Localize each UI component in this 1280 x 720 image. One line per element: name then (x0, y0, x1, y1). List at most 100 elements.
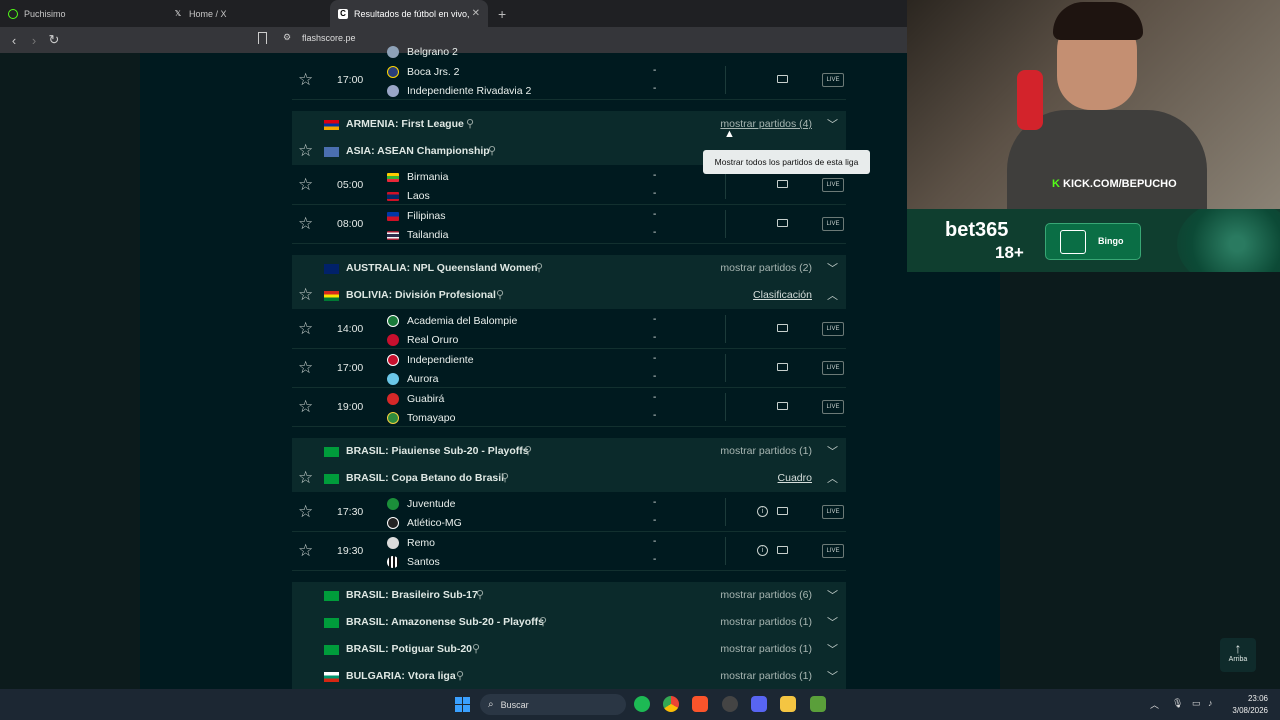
live-button[interactable]: LIVE (822, 400, 844, 414)
live-button[interactable]: LIVE (822, 73, 844, 87)
discord-icon[interactable] (751, 696, 767, 712)
show-matches-link[interactable]: mostrar partidos (1) (720, 670, 812, 682)
tv-icon[interactable] (777, 219, 788, 227)
pin-icon[interactable]: ⚲ (496, 288, 504, 301)
windows-start-icon[interactable] (455, 697, 470, 712)
chevron-down-icon[interactable]: ﹀ (827, 587, 838, 603)
chevron-down-icon[interactable]: ﹀ (827, 116, 838, 132)
favorite-star-icon[interactable]: ☆ (298, 468, 313, 488)
live-button[interactable]: LIVE (822, 178, 844, 192)
league-header[interactable]: AUSTRALIA: NPL Queensland Women ⚲ mostra… (292, 255, 846, 282)
tv-icon[interactable] (777, 402, 788, 410)
match-row[interactable]: ☆ 17:00 Boca Jrs. 2 Independiente Rivada… (292, 61, 846, 100)
back-icon[interactable]: ‹ (4, 30, 24, 50)
favorite-star-icon[interactable]: ☆ (298, 541, 313, 561)
league-header[interactable]: BRASIL: Potiguar Sub-20 ⚲ mostrar partid… (292, 636, 846, 663)
chevron-down-icon[interactable]: ﹀ (827, 443, 838, 459)
team-name[interactable]: Belgrano 2 (387, 45, 458, 59)
tv-icon[interactable] (777, 507, 788, 515)
chevron-up-icon[interactable]: ︿ (1150, 698, 1159, 711)
minecraft-icon[interactable] (810, 696, 826, 712)
show-matches-link[interactable]: mostrar partidos (1) (720, 643, 812, 655)
tab-x[interactable]: 𝕏 Home / X (165, 0, 330, 27)
microphone-icon[interactable]: 🎙 (1172, 698, 1183, 709)
favorite-star-icon[interactable]: ☆ (298, 358, 313, 378)
pin-icon[interactable]: ⚲ (539, 615, 547, 628)
pin-icon[interactable]: ⚲ (476, 588, 484, 601)
close-tab-icon[interactable]: ✕ (472, 8, 480, 19)
favorite-star-icon[interactable]: ☆ (298, 502, 313, 522)
tv-icon[interactable] (777, 363, 788, 371)
favorite-star-icon[interactable]: ☆ (298, 319, 313, 339)
show-matches-link[interactable]: mostrar partidos (6) (720, 589, 812, 601)
volume-icon[interactable]: ♪ (1208, 698, 1213, 708)
match-row[interactable]: ☆ 17:30 Juventude Atlético-MG - - i LIVE (292, 493, 846, 532)
chrome-icon[interactable] (663, 696, 679, 712)
match-row[interactable]: ☆ 08:00 Filipinas Tailandia - - LIVE (292, 205, 846, 244)
url-field[interactable]: flashscore.pe (302, 33, 356, 43)
favorite-star-icon[interactable]: ☆ (298, 214, 313, 234)
away-team: Atlético-MG (387, 516, 462, 530)
chevron-down-icon[interactable]: ﹀ (827, 668, 838, 684)
show-matches-link[interactable]: mostrar partidos (1) (720, 616, 812, 628)
brave-icon[interactable] (692, 696, 708, 712)
tab-puchisimo[interactable]: Puchisimo (0, 0, 165, 27)
obs-icon[interactable] (722, 696, 738, 712)
favorite-star-icon[interactable]: ☆ (298, 397, 313, 417)
live-button[interactable]: LIVE (822, 361, 844, 375)
tv-icon[interactable] (777, 180, 788, 188)
network-icon[interactable]: ▭ (1192, 698, 1201, 709)
live-button[interactable]: LIVE (822, 505, 844, 519)
site-info-icon[interactable]: ⚙ (283, 32, 291, 43)
reload-icon[interactable]: ↻ (44, 30, 64, 50)
favorite-star-icon[interactable]: ☆ (298, 285, 313, 305)
pin-icon[interactable]: ⚲ (535, 261, 543, 274)
chevron-down-icon[interactable]: ﹀ (827, 641, 838, 657)
pin-icon[interactable]: ⚲ (466, 117, 474, 130)
taskbar-search[interactable]: ⌕ Buscar (480, 694, 626, 715)
league-header[interactable]: ARMENIA: First League ⚲ mostrar partidos… (292, 111, 846, 138)
tv-icon[interactable] (777, 324, 788, 332)
spotify-icon[interactable] (634, 696, 650, 712)
system-clock[interactable]: 23:06 3/08/2026 (1228, 693, 1268, 717)
match-row[interactable]: ☆ 14:00 Academia del Balompie Real Oruro… (292, 310, 846, 349)
pin-icon[interactable]: ⚲ (472, 642, 480, 655)
new-tab-button[interactable]: + (498, 0, 506, 27)
show-matches-link[interactable]: mostrar partidos (1) (720, 445, 812, 457)
scroll-to-top-button[interactable]: ↑ Arriba (1220, 638, 1256, 672)
tab-flashscore[interactable]: C Resultados de fútbol en vivo, Ma ✕ (330, 0, 488, 27)
pin-icon[interactable]: ⚲ (524, 444, 532, 457)
file-explorer-icon[interactable] (780, 696, 796, 712)
match-row[interactable]: ☆ 19:00 Guabirá Tomayapo - - LIVE (292, 388, 846, 427)
league-header[interactable]: BRASIL: Brasileiro Sub-17 ⚲ mostrar part… (292, 582, 846, 609)
favorite-star-icon[interactable]: ☆ (298, 175, 313, 195)
chevron-down-icon[interactable]: ﹀ (827, 260, 838, 276)
info-icon[interactable]: i (757, 506, 768, 517)
match-row[interactable]: ☆ 19:30 Remo Santos - - i LIVE (292, 532, 846, 571)
league-header[interactable]: BULGARIA: Vtora liga ⚲ mostrar partidos … (292, 663, 846, 690)
info-icon[interactable]: i (757, 545, 768, 556)
league-header[interactable]: BRASIL: Amazonense Sub-20 - Playoffs ⚲ m… (292, 609, 846, 636)
standings-link[interactable]: Clasificación (753, 289, 812, 301)
live-button[interactable]: LIVE (822, 217, 844, 231)
bookmark-icon[interactable] (258, 32, 267, 44)
favorite-star-icon[interactable]: ☆ (298, 141, 313, 161)
league-header[interactable]: ☆ BOLIVIA: División Profesional ⚲ Clasif… (292, 282, 846, 309)
tv-icon[interactable] (777, 546, 788, 554)
league-header[interactable]: ☆ BRASIL: Copa Betano do Brasil ⚲ Cuadro… (292, 465, 846, 492)
chevron-down-icon[interactable]: ﹀ (827, 614, 838, 630)
league-header[interactable]: BRASIL: Piauiense Sub-20 - Playoffs ⚲ mo… (292, 438, 846, 465)
match-row[interactable]: ☆ 17:00 Independiente Aurora - - LIVE (292, 349, 846, 388)
pin-icon[interactable]: ⚲ (488, 144, 496, 157)
live-button[interactable]: LIVE (822, 322, 844, 336)
favorite-star-icon[interactable]: ☆ (298, 70, 313, 90)
tv-icon[interactable] (777, 75, 788, 83)
chevron-up-icon[interactable]: ︿ (827, 287, 838, 303)
bracket-link[interactable]: Cuadro (778, 472, 812, 484)
forward-icon[interactable]: › (24, 30, 44, 50)
chevron-up-icon[interactable]: ︿ (827, 470, 838, 486)
live-button[interactable]: LIVE (822, 544, 844, 558)
show-matches-link[interactable]: mostrar partidos (2) (720, 262, 812, 274)
pin-icon[interactable]: ⚲ (456, 669, 464, 682)
pin-icon[interactable]: ⚲ (501, 471, 509, 484)
